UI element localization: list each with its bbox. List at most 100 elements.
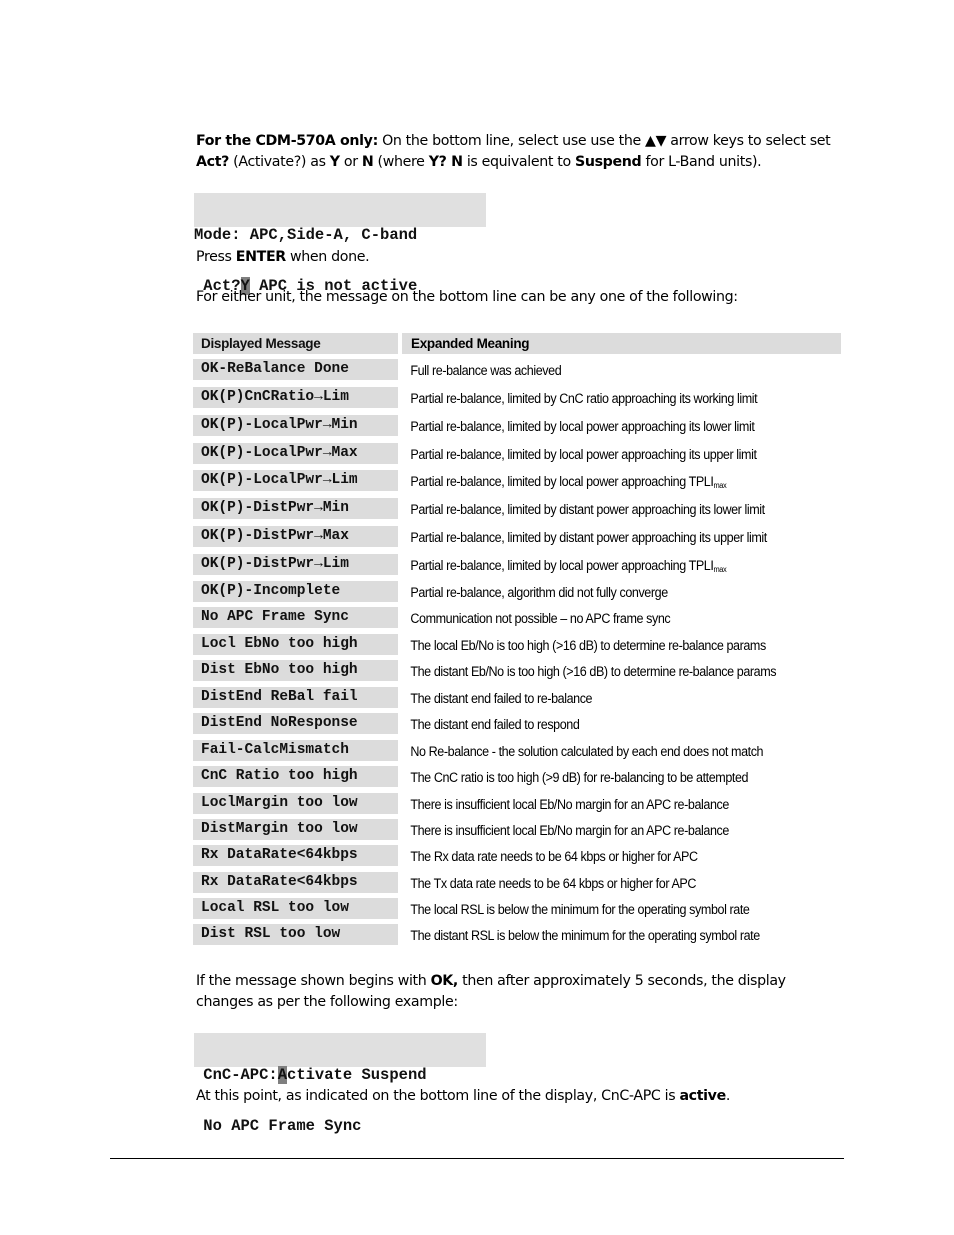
displayed-message-cell: LoclMargin too low bbox=[193, 793, 398, 814]
expanded-meaning-cell: The local RSL is below the minimum for t… bbox=[402, 898, 810, 919]
text: (where bbox=[373, 154, 429, 170]
table-row: DistEnd ReBal fail The distant end failed… bbox=[193, 687, 841, 708]
displayed-message-cell: Dist RSL too low bbox=[193, 924, 398, 945]
table-row: OK(P)-LocalPwr→Min Partial re-balance, li… bbox=[193, 415, 841, 436]
lcd-text: CnC-APC: bbox=[194, 1066, 278, 1084]
table-header-row: Displayed Message Expanded Meaning bbox=[193, 333, 841, 354]
enter-key-label: ENTER bbox=[235, 249, 286, 265]
text: At this point, as indicated on the botto… bbox=[196, 1088, 680, 1104]
meaning-text: Partial re-balance, limited by CnC ratio… bbox=[410, 391, 758, 406]
displayed-message-cell: OK(P)-LocalPwr→Max bbox=[193, 443, 398, 464]
meaning-text: The distant end failed to re-balance bbox=[410, 691, 593, 706]
expanded-meaning-cell: The Rx data rate needs to be 64 kbps or … bbox=[402, 845, 810, 866]
expanded-meaning-cell: There is insufficient local Eb/No margin… bbox=[402, 819, 810, 840]
meaning-text: The distant end failed to respond bbox=[410, 717, 580, 732]
table-row: Fail-CalcMismatch No Re-balance - the sol… bbox=[193, 740, 841, 761]
text: or bbox=[339, 154, 362, 170]
displayed-message-cell: OK(P)-DistPwr→Max bbox=[193, 526, 398, 547]
displayed-message-cell: Dist EbNo too high bbox=[193, 660, 398, 681]
lcd-line-2: No APC Frame Sync bbox=[194, 1117, 362, 1135]
expanded-meaning-cell: There is insufficient local Eb/No margin… bbox=[402, 793, 810, 814]
table-row: OK(P)-DistPwr→Max Partial re-balance, lim… bbox=[193, 526, 841, 547]
meaning-text: There is insufficient local Eb/No margin… bbox=[410, 797, 729, 812]
displayed-message-cell: OK-ReBalance Done bbox=[193, 359, 398, 380]
message-table: Displayed Message Expanded Meaning OK-Re… bbox=[193, 333, 841, 949]
meaning-text: Partial re-balance, limited by local pow… bbox=[410, 419, 755, 434]
table-row: Rx DataRate<64kbps The Tx data rate needs… bbox=[193, 872, 841, 893]
meaning-text: The distant Eb/No is too high (>16 dB) t… bbox=[410, 664, 777, 679]
footer-divider bbox=[110, 1158, 844, 1159]
cdm570a-label: For the CDM-570A only: bbox=[196, 133, 378, 149]
header-displayed-message: Displayed Message bbox=[193, 333, 398, 354]
n-label: N bbox=[361, 154, 374, 170]
table-row: DistEnd NoResponse The distant end failed… bbox=[193, 713, 841, 734]
meaning-text: Communication not possible – no APC fram… bbox=[410, 611, 671, 626]
meaning-text: Partial re-balance, limited by distant p… bbox=[410, 502, 765, 517]
intro-line-1: For the CDM-570A only: On the bottom lin… bbox=[196, 131, 846, 152]
suspend-label: Suspend bbox=[574, 154, 642, 170]
displayed-message-cell: Locl EbNo too high bbox=[193, 634, 398, 655]
table-row: OK(P)-LocalPwr→Lim Partial re-balance, li… bbox=[193, 470, 841, 491]
lcd-line-1: CnC-APC:Activate Suspend bbox=[194, 1066, 486, 1084]
expanded-meaning-cell: The distant Eb/No is too high (>16 dB) t… bbox=[402, 660, 810, 681]
either-unit-paragraph: For either unit, the message on the bott… bbox=[196, 289, 738, 305]
table-row: DistMargin too low There is insufficient … bbox=[193, 819, 841, 840]
displayed-message-cell: OK(P)CnCRatio→Lim bbox=[193, 387, 398, 408]
yn-label: Y? N bbox=[428, 154, 463, 170]
ok-note-line-1: If the message shown begins with OK, the… bbox=[196, 971, 846, 992]
text: for L-Band units). bbox=[641, 154, 762, 170]
table-row: OK(P)-DistPwr→Lim Partial re-balance, lim… bbox=[193, 554, 841, 575]
table-row: Dist RSL too low The distant RSL is below… bbox=[193, 924, 841, 945]
expanded-meaning-cell: Partial re-balance, limited by CnC ratio… bbox=[402, 387, 810, 408]
table-row: OK(P)CnCRatio→Lim Partial re-balance, lim… bbox=[193, 387, 841, 408]
displayed-message-cell: OK(P)-Incomplete bbox=[193, 581, 398, 602]
meaning-text: There is insufficient local Eb/No margin… bbox=[410, 823, 729, 838]
displayed-message-cell: OK(P)-DistPwr→Min bbox=[193, 498, 398, 519]
meaning-text: Partial re-balance, limited by local pow… bbox=[410, 558, 714, 573]
displayed-message-cell: Rx DataRate<64kbps bbox=[193, 872, 398, 893]
displayed-message-cell: DistMargin too low bbox=[193, 819, 398, 840]
expanded-meaning-cell: The Tx data rate needs to be 64 kbps or … bbox=[402, 872, 810, 893]
expanded-meaning-cell: Partial re-balance, limited by distant p… bbox=[402, 526, 810, 547]
text: then after approximately 5 seconds, the … bbox=[457, 973, 786, 989]
table-row: Dist EbNo too high The distant Eb/No is t… bbox=[193, 660, 841, 681]
table-row: OK(P)-LocalPwr→Max Partial re-balance, li… bbox=[193, 443, 841, 464]
text: . bbox=[725, 1088, 731, 1104]
expanded-meaning-cell: Partial re-balance, limited by local pow… bbox=[402, 415, 810, 436]
expanded-meaning-cell: The local Eb/No is too high (>16 dB) to … bbox=[402, 634, 810, 655]
expanded-meaning-cell: Partial re-balance, limited by local pow… bbox=[402, 470, 810, 491]
displayed-message-cell: Rx DataRate<64kbps bbox=[193, 845, 398, 866]
table-row: Local RSL too low The local RSL is below … bbox=[193, 898, 841, 919]
text: when done. bbox=[285, 249, 370, 265]
expanded-meaning-cell: Partial re-balance, limited by local pow… bbox=[402, 443, 810, 464]
expanded-meaning-cell: Partial re-balance, limited by local pow… bbox=[402, 554, 810, 575]
text: (Activate?) as bbox=[229, 154, 330, 170]
meaning-text: Partial re-balance, limited by distant p… bbox=[410, 530, 767, 545]
intro-line-2: Act? (Activate?) as Y or N (where Y? N i… bbox=[196, 152, 846, 173]
table-row: LoclMargin too low There is insufficient … bbox=[193, 793, 841, 814]
displayed-message-cell: Fail-CalcMismatch bbox=[193, 740, 398, 761]
closing-paragraph: At this point, as indicated on the botto… bbox=[196, 1086, 846, 1107]
meaning-text: Partial re-balance, limited by local pow… bbox=[410, 447, 757, 462]
lcd-display-cnc-apc: CnC-APC:Activate Suspend No APC Frame Sy… bbox=[194, 1033, 486, 1135]
lcd-cursor: A bbox=[277, 1066, 288, 1084]
expanded-meaning-cell: Full re-balance was achieved bbox=[402, 359, 810, 380]
intro-paragraph: For the CDM-570A only: On the bottom lin… bbox=[196, 131, 846, 173]
meaning-text: Partial re-balance, limited by local pow… bbox=[410, 474, 714, 489]
meaning-text: The local RSL is below the minimum for t… bbox=[410, 902, 750, 917]
meaning-text: Partial re-balance, algorithm did not fu… bbox=[410, 585, 668, 600]
table-row: Locl EbNo too high The local Eb/No is too… bbox=[193, 634, 841, 655]
lcd-text: ctivate Suspend bbox=[287, 1066, 427, 1084]
ok-note-line-2: changes as per the following example: bbox=[196, 994, 458, 1010]
expanded-meaning-cell: Communication not possible – no APC fram… bbox=[402, 607, 810, 628]
displayed-message-cell: No APC Frame Sync bbox=[193, 607, 398, 628]
text: If the message shown begins with bbox=[196, 973, 431, 989]
meaning-text: The Tx data rate needs to be 64 kbps or … bbox=[410, 876, 697, 891]
displayed-message-cell: OK(P)-LocalPwr→Lim bbox=[193, 470, 398, 491]
ok-note-paragraph: If the message shown begins with OK, the… bbox=[196, 971, 846, 1013]
expanded-meaning-cell: The distant end failed to respond bbox=[402, 713, 810, 734]
table-row: OK(P)-DistPwr→Min Partial re-balance, lim… bbox=[193, 498, 841, 519]
meaning-text: Full re-balance was achieved bbox=[410, 363, 562, 378]
meaning-text: No Re-balance - the solution calculated … bbox=[410, 744, 764, 759]
displayed-message-cell: CnC Ratio too high bbox=[193, 766, 398, 787]
